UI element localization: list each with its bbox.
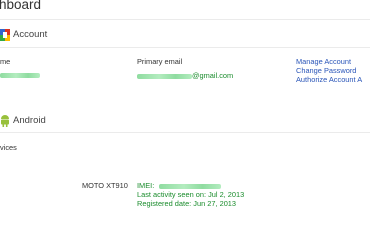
email-column-header: Primary email [137, 57, 183, 66]
device-model: MOTO XT910 [82, 181, 128, 190]
header-divider [0, 19, 370, 20]
android-divider [0, 132, 370, 133]
email-domain: @gmail.com [192, 71, 234, 80]
authorize-account-link[interactable]: Authorize Account A [296, 75, 362, 84]
page-title: hboard [0, 0, 42, 12]
devices-label: vices [0, 143, 17, 152]
android-section-label: Android [13, 115, 46, 126]
device-last-activity: Last activity seen on: Jul 2, 2013 [137, 190, 245, 199]
imei-label: IMEI: [137, 181, 155, 190]
change-password-link[interactable]: Change Password [296, 66, 356, 75]
device-registered-date: Registered date: Jun 27, 2013 [137, 199, 237, 208]
imei-value-redacted [159, 183, 222, 189]
email-username-redacted [137, 73, 192, 79]
manage-account-link[interactable]: Manage Account [296, 57, 351, 66]
name-value-redacted [0, 73, 40, 78]
google-account-icon [0, 29, 10, 41]
account-section-label: Account [13, 29, 48, 40]
primary-email-value: @gmail.com [137, 71, 233, 80]
account-divider [0, 47, 370, 48]
android-robot-icon [1, 115, 9, 127]
name-column-header: me [0, 57, 11, 66]
device-imei: IMEI: [137, 181, 222, 190]
